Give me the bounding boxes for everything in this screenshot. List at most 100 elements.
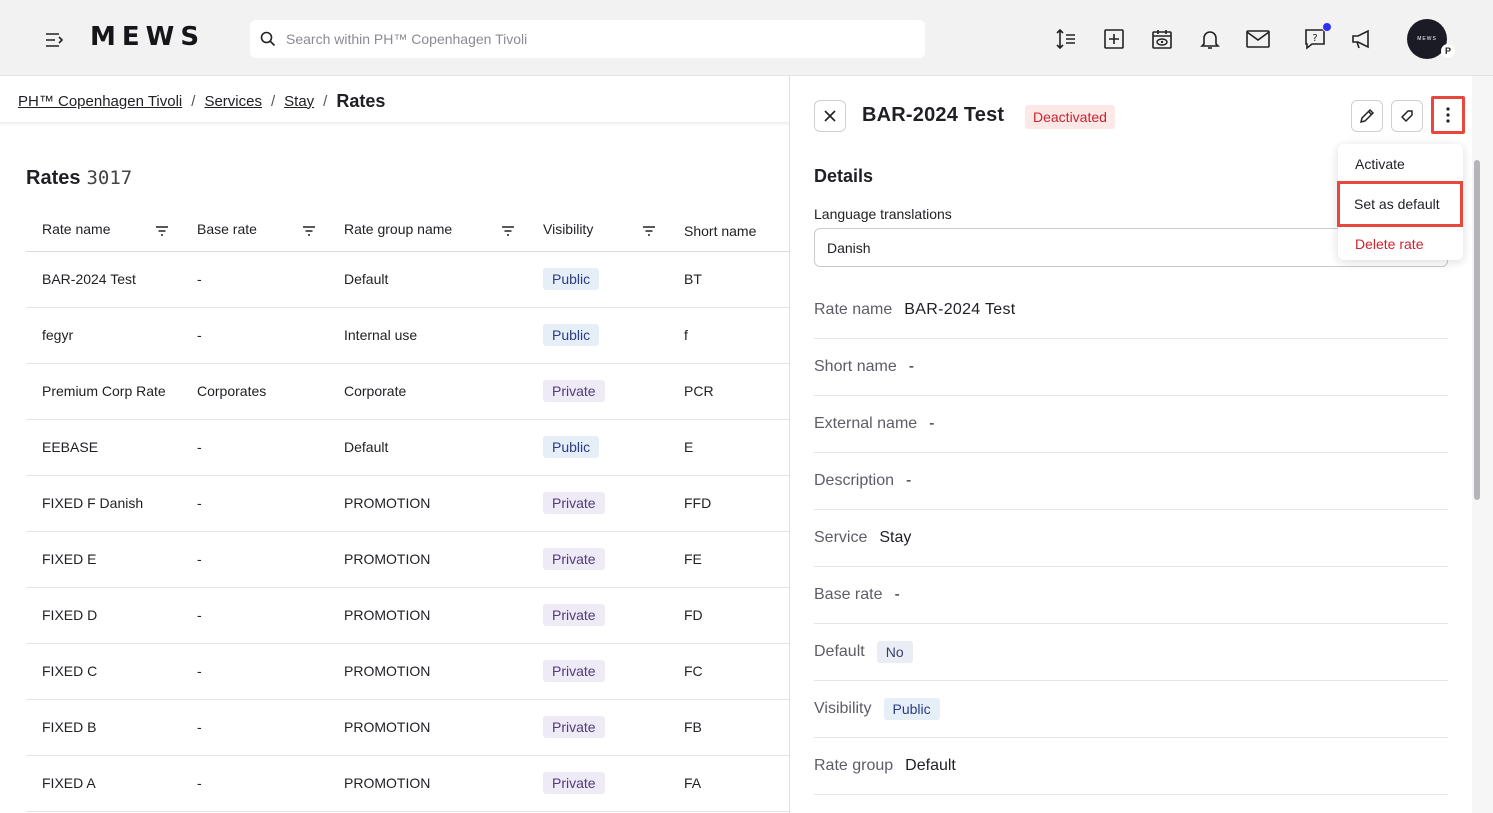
tag-button[interactable]	[1391, 100, 1423, 132]
visibility-badge: Private	[543, 604, 605, 626]
scrollbar[interactable]	[1474, 160, 1480, 500]
table-row[interactable]: FIXED D - PROMOTION Private FD	[26, 587, 790, 644]
default-badge: No	[876, 641, 913, 663]
filter-icon[interactable]	[501, 224, 515, 240]
cell-visibility: Private	[527, 475, 668, 532]
cell-rate-group: Default	[328, 419, 527, 476]
table-row[interactable]: BAR-2024 Test - Default Public BT	[26, 251, 790, 308]
column-header-label: Short name	[684, 222, 757, 239]
field-label: Default	[814, 643, 865, 660]
cell-rate-name: EEBASE	[26, 419, 181, 476]
field-rate-name: Rate name BAR-2024 Test	[814, 282, 1448, 339]
table-row[interactable]: FIXED F Danish - PROMOTION Private FFD	[26, 475, 790, 532]
breadcrumb-services[interactable]: Services	[204, 93, 262, 110]
field-base-rate: Base rate -	[814, 567, 1448, 624]
field-value: -	[908, 358, 915, 375]
visibility-badge: Private	[543, 716, 605, 738]
cell-rate-name: FIXED C	[26, 643, 181, 700]
table-row[interactable]: FIXED E - PROMOTION Private FE	[26, 531, 790, 588]
field-short-name: Short name -	[814, 339, 1448, 396]
breadcrumb-hotel[interactable]: PH™ Copenhagen Tivoli	[18, 93, 182, 110]
cell-base-rate: -	[181, 307, 328, 364]
table-row[interactable]: EEBASE - Default Public E	[26, 419, 790, 476]
megaphone-icon[interactable]	[1348, 24, 1378, 54]
field-external-name: External name -	[814, 396, 1448, 453]
plus-square-icon[interactable]	[1099, 24, 1129, 54]
menu-item-delete-rate[interactable]: Delete rate	[1338, 224, 1463, 264]
field-value: BAR-2024 Test	[904, 301, 1016, 318]
column-header-visibility[interactable]: Visibility	[527, 211, 668, 252]
rates-list-pane: PH™ Copenhagen Tivoli / Services / Stay …	[0, 77, 790, 813]
field-value: -	[906, 472, 912, 489]
calendar-eye-icon[interactable]	[1147, 24, 1177, 54]
cell-rate-name: FIXED D	[26, 587, 181, 644]
field-value: -	[894, 586, 900, 603]
field-label: Base rate	[814, 586, 883, 603]
cell-short-name: FB	[668, 699, 790, 756]
visibility-badge: Private	[543, 660, 605, 682]
pencil-icon	[1359, 108, 1375, 124]
breadcrumb-stay[interactable]: Stay	[284, 93, 314, 110]
table-header-row: Rate name Base rate Rate group name Visi…	[26, 211, 790, 252]
filter-icon[interactable]	[642, 224, 656, 240]
avatar-badge: P	[1441, 44, 1455, 58]
cell-rate-group: PROMOTION	[328, 475, 527, 532]
bell-icon[interactable]	[1195, 24, 1225, 54]
menu-collapse-icon[interactable]	[40, 26, 68, 54]
cell-rate-name: fegyr	[26, 307, 181, 364]
field-value: Stay	[879, 529, 912, 546]
search-input[interactable]	[286, 31, 886, 47]
cell-short-name: FD	[668, 587, 790, 644]
search-bar[interactable]	[250, 20, 925, 58]
table-row[interactable]: FIXED C - PROMOTION Private FC	[26, 643, 790, 700]
language-value: Danish	[827, 239, 871, 256]
edit-button[interactable]	[1351, 100, 1383, 132]
table-row[interactable]: FIXED B - PROMOTION Private FB	[26, 699, 790, 756]
menu-item-activate[interactable]: Activate	[1338, 144, 1463, 184]
cell-rate-group: Internal use	[328, 307, 527, 364]
cell-visibility: Private	[527, 755, 668, 812]
column-header-label: Base rate	[197, 221, 257, 238]
cell-base-rate: -	[181, 643, 328, 700]
help-chat-icon[interactable]: ?	[1300, 22, 1332, 54]
table-row[interactable]: Premium Corp Rate Corporates Corporate Priv…	[26, 363, 790, 420]
cell-rate-name: FIXED A	[26, 755, 181, 812]
cell-rate-name: FIXED E	[26, 531, 181, 588]
filter-icon[interactable]	[302, 224, 316, 240]
column-header-rate-name[interactable]: Rate name	[26, 211, 181, 252]
cell-visibility: Private	[527, 587, 668, 644]
more-actions-button[interactable]	[1431, 96, 1465, 134]
field-rate-group: Rate group Default	[814, 738, 1448, 795]
field-label: Service	[814, 529, 868, 546]
cell-rate-name: FIXED B	[26, 699, 181, 756]
cell-rate-group: PROMOTION	[328, 587, 527, 644]
cell-rate-group: PROMOTION	[328, 755, 527, 812]
breadcrumb-separator: /	[323, 92, 328, 110]
more-vertical-icon	[1446, 107, 1450, 123]
field-label: External name	[814, 415, 918, 432]
table-row[interactable]: FIXED A - PROMOTION Private FA	[26, 755, 790, 812]
column-header-label: Rate group name	[344, 221, 453, 238]
filter-icon[interactable]	[155, 224, 169, 240]
visibility-badge: Private	[543, 492, 605, 514]
close-button[interactable]	[814, 100, 846, 132]
visibility-badge: Public	[543, 268, 600, 290]
column-header-short-name[interactable]: Short name	[668, 211, 790, 252]
cell-short-name: FC	[668, 643, 790, 700]
visibility-badge: Private	[543, 548, 605, 570]
column-header-base-rate[interactable]: Base rate	[181, 211, 328, 252]
cell-short-name: E	[668, 419, 790, 476]
menu-item-set-default[interactable]: Set as default	[1337, 181, 1463, 227]
mews-logo[interactable]: MEWS	[90, 22, 205, 52]
mail-icon[interactable]	[1243, 24, 1273, 54]
cell-visibility: Private	[527, 531, 668, 588]
field-visibility: Visibility Public	[814, 681, 1448, 738]
close-icon	[824, 110, 836, 122]
cell-rate-group: PROMOTION	[328, 643, 527, 700]
table-row[interactable]: fegyr - Internal use Public f	[26, 307, 790, 364]
cell-visibility: Private	[527, 699, 668, 756]
sort-lines-icon[interactable]	[1051, 24, 1081, 54]
column-header-rate-group[interactable]: Rate group name	[328, 211, 527, 252]
column-header-label: Visibility	[543, 221, 594, 238]
rate-detail-panel: BAR-2024 Test Deactivated Details Langua…	[790, 76, 1493, 813]
